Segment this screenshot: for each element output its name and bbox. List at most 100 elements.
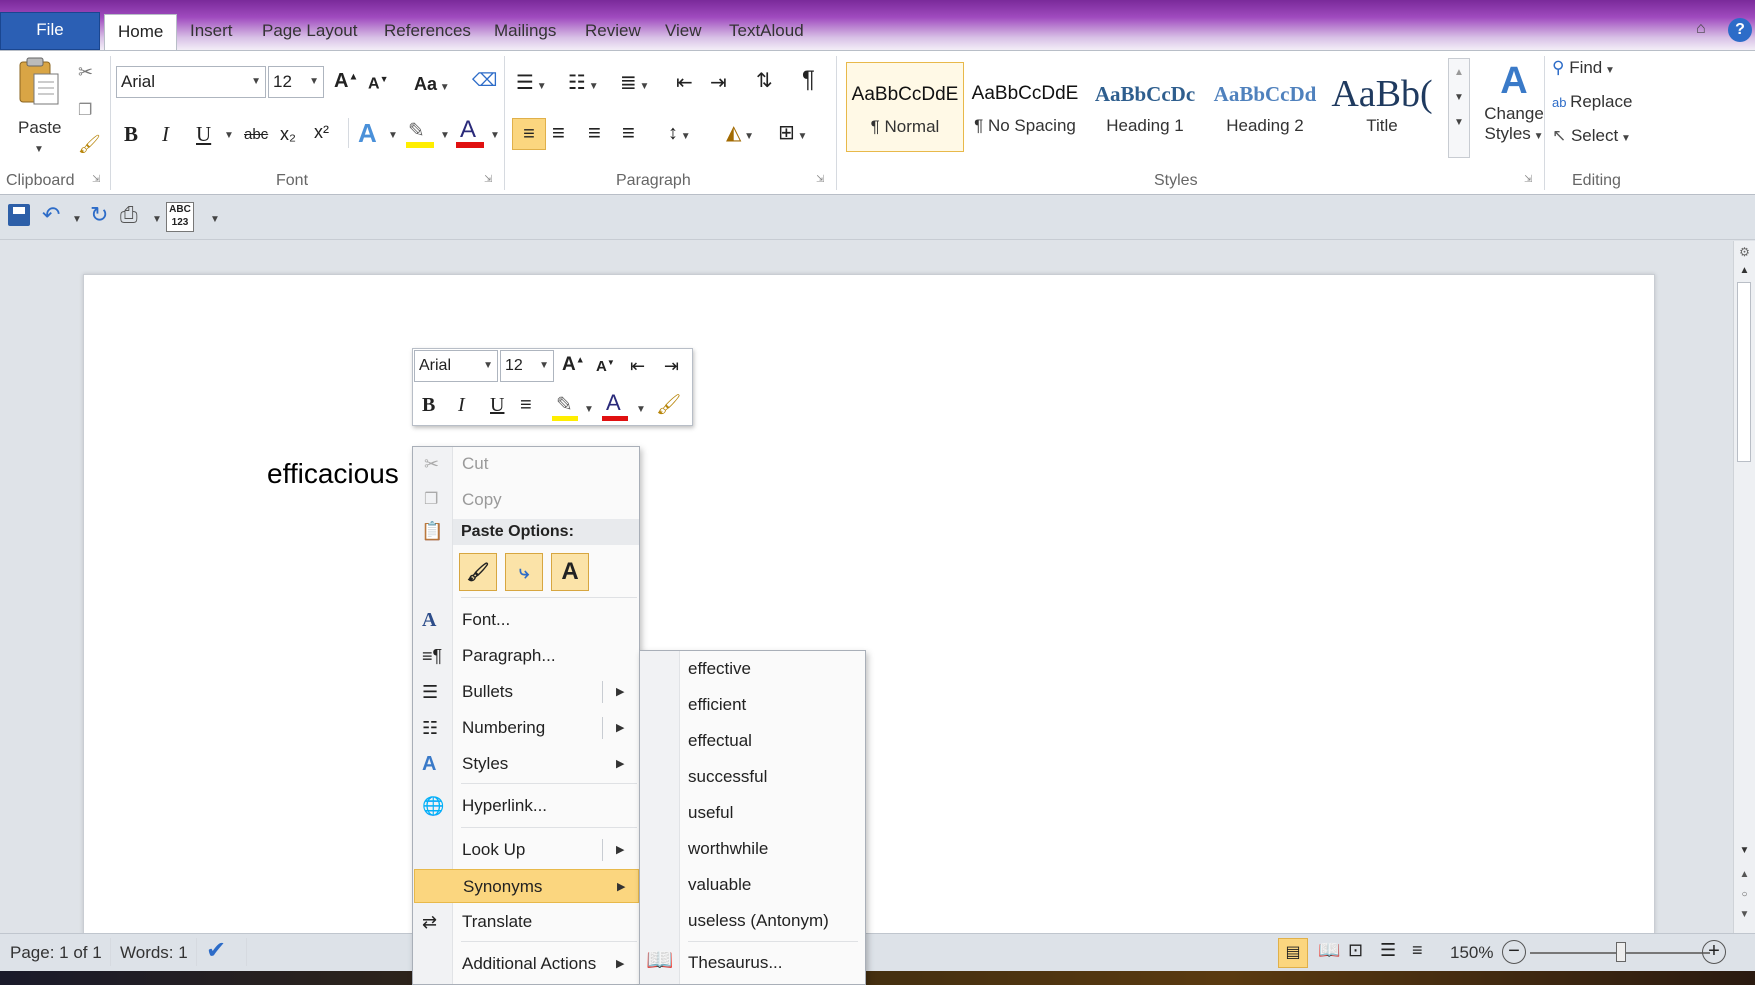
select-button[interactable]: ↖ Select ▼ — [1552, 126, 1631, 146]
tab-insert[interactable]: Insert — [176, 14, 247, 50]
mini-grow-font-icon[interactable]: A▲ — [562, 354, 585, 376]
minimize-ribbon-icon[interactable]: ⌂ — [1696, 20, 1706, 38]
outline-view-icon[interactable]: ☰ — [1380, 940, 1396, 961]
menu-item-look-up[interactable]: Look Up ▶ — [414, 833, 639, 867]
style-heading-1[interactable]: AaBbCcDc Heading 1 — [1086, 62, 1204, 152]
bold-button[interactable]: B — [124, 122, 138, 147]
paragraph-launcher-icon[interactable]: ⇲ — [816, 174, 824, 185]
paste-keep-text-only[interactable]: A — [551, 553, 589, 591]
mini-shrink-font-icon[interactable]: A▼ — [596, 358, 615, 375]
zoom-out-icon[interactable]: − — [1502, 940, 1526, 964]
scroll-thumb[interactable] — [1737, 282, 1751, 462]
customize-qat-icon[interactable]: ▼ — [210, 214, 220, 225]
paste-merge-formatting[interactable]: ⤷ — [505, 553, 543, 591]
copy-icon[interactable]: ❐ — [78, 100, 92, 120]
find-button[interactable]: ⚲ Find ▼ — [1552, 58, 1615, 78]
styles-gallery-scroll[interactable]: ▲ ▼ ▼ — [1448, 58, 1470, 158]
undo-icon[interactable]: ↶ — [42, 202, 60, 228]
zoom-slider-thumb[interactable] — [1616, 942, 1626, 962]
change-case-button[interactable]: Aa ▼ — [414, 74, 450, 95]
align-center-button[interactable]: ≡ — [552, 118, 565, 148]
font-size-input[interactable]: 12 ▼ — [268, 66, 324, 98]
change-styles-button[interactable]: A Change Styles ▼ — [1478, 58, 1550, 158]
mini-center-icon[interactable]: ≡ — [520, 394, 532, 417]
font-launcher-icon[interactable]: ⇲ — [484, 174, 492, 185]
clipboard-launcher-icon[interactable]: ⇲ — [92, 174, 100, 185]
synonym-item[interactable]: successful — [688, 759, 767, 795]
decrease-indent-button[interactable]: ⇤ — [676, 70, 693, 95]
paste-keep-source-formatting[interactable]: 🖌 — [459, 553, 497, 591]
bullets-button[interactable]: ☰ ▼ — [516, 70, 547, 95]
mini-highlight-icon[interactable]: ✎ — [556, 392, 573, 417]
multilevel-list-button[interactable]: ≣ ▼ — [620, 70, 649, 95]
tab-mailings[interactable]: Mailings — [480, 14, 570, 50]
style-title[interactable]: AaBb( Title — [1326, 62, 1438, 152]
synonym-item[interactable]: useful — [688, 795, 733, 831]
thesaurus-item[interactable]: Thesaurus... — [688, 945, 783, 981]
synonym-item[interactable]: effective — [688, 651, 751, 687]
text-effects-icon[interactable]: A — [358, 118, 377, 149]
tab-home[interactable]: Home — [104, 14, 178, 50]
menu-item-translate[interactable]: ⇄ Translate — [414, 905, 639, 939]
draft-view-icon[interactable]: ≡ — [1412, 940, 1423, 961]
tab-references[interactable]: References — [370, 14, 485, 50]
underline-button[interactable]: U — [196, 122, 211, 147]
shading-button[interactable]: ◭ ▼ — [726, 118, 754, 152]
page-count[interactable]: Page: 1 of 1 — [10, 943, 102, 963]
ruler-toggle-icon[interactable]: ⚙ — [1734, 245, 1755, 259]
menu-item-additional-actions[interactable]: Additional Actions ▶ — [414, 947, 639, 981]
numbering-button[interactable]: ☷ ▼ — [568, 70, 599, 95]
mini-format-painter-icon[interactable]: 🖌 — [656, 392, 681, 417]
menu-item-paragraph[interactable]: ≡¶ Paragraph... — [414, 639, 639, 673]
synonym-item[interactable]: valuable — [688, 867, 751, 903]
menu-item-styles[interactable]: A Styles ▶ — [414, 747, 639, 781]
highlight-dropdown-icon[interactable]: ▼ — [440, 130, 450, 141]
tab-view[interactable]: View — [651, 14, 716, 50]
synonym-item[interactable]: effectual — [688, 723, 752, 759]
mini-bold-button[interactable]: B — [422, 394, 435, 417]
browse-object-icon[interactable]: ○ — [1734, 889, 1755, 900]
styles-launcher-icon[interactable]: ⇲ — [1524, 174, 1532, 185]
mini-increase-indent-icon[interactable]: ⇥ — [664, 356, 679, 377]
menu-item-font[interactable]: A Font... — [414, 603, 639, 637]
print-preview-icon[interactable]: ⎙ — [120, 202, 138, 228]
clear-formatting-icon[interactable]: ⌫ — [472, 70, 497, 91]
menu-item-synonyms[interactable]: Synonyms ▶ — [414, 869, 639, 903]
help-icon[interactable]: ? — [1728, 18, 1752, 42]
style-no-spacing[interactable]: AaBbCcDdE ¶ No Spacing — [966, 62, 1084, 152]
align-right-button[interactable]: ≡ — [588, 118, 601, 148]
mini-font-color-button[interactable]: A — [606, 390, 621, 416]
zoom-in-icon[interactable]: + — [1702, 940, 1726, 964]
synonym-item[interactable]: efficient — [688, 687, 746, 723]
font-color-button[interactable]: A — [460, 116, 476, 144]
print-dropdown-icon[interactable]: ▼ — [152, 214, 162, 225]
print-layout-view-icon[interactable]: ▤ — [1278, 938, 1308, 968]
justify-button[interactable]: ≡ — [622, 118, 635, 148]
tab-file[interactable]: File — [0, 12, 100, 50]
zoom-level[interactable]: 150% — [1450, 943, 1493, 963]
replace-button[interactable]: ab Replace — [1552, 92, 1632, 112]
strikethrough-button[interactable]: abc — [244, 126, 268, 143]
repeat-icon[interactable]: ↻ — [90, 202, 108, 228]
mini-font-input[interactable]: Arial ▼ — [414, 350, 498, 382]
antonym-item[interactable]: useless (Antonym) — [688, 903, 829, 939]
cut-icon[interactable]: ✂ — [78, 62, 93, 83]
menu-item-cut[interactable]: ✂ Cut — [414, 447, 639, 481]
full-screen-reading-icon[interactable]: 📖 — [1318, 940, 1340, 961]
menu-item-bullets[interactable]: ☰ Bullets ▶ — [414, 675, 639, 709]
borders-button[interactable]: ⊞ ▼ — [778, 118, 807, 152]
grow-font-button[interactable]: A▲ — [334, 70, 358, 93]
tab-textaloud[interactable]: TextAloud — [715, 14, 818, 50]
mini-size-input[interactable]: 12 ▼ — [500, 350, 554, 382]
menu-item-hyperlink[interactable]: 🌐 Hyperlink... — [414, 789, 639, 823]
proofing-icon[interactable]: ✔ — [206, 936, 226, 965]
tab-page-layout[interactable]: Page Layout — [248, 14, 371, 50]
document-word[interactable]: efficacious — [267, 458, 399, 490]
document-page[interactable] — [83, 274, 1655, 934]
menu-item-numbering[interactable]: ☷ Numbering ▶ — [414, 711, 639, 745]
spelling-icon[interactable]: ABC 123 — [166, 202, 194, 232]
mini-underline-button[interactable]: U — [490, 394, 504, 417]
mini-font-color-dropdown-icon[interactable]: ▼ — [636, 404, 646, 415]
style-heading-2[interactable]: AaBbCcDd Heading 2 — [1206, 62, 1324, 152]
web-layout-icon[interactable]: ⊡ — [1348, 940, 1363, 961]
